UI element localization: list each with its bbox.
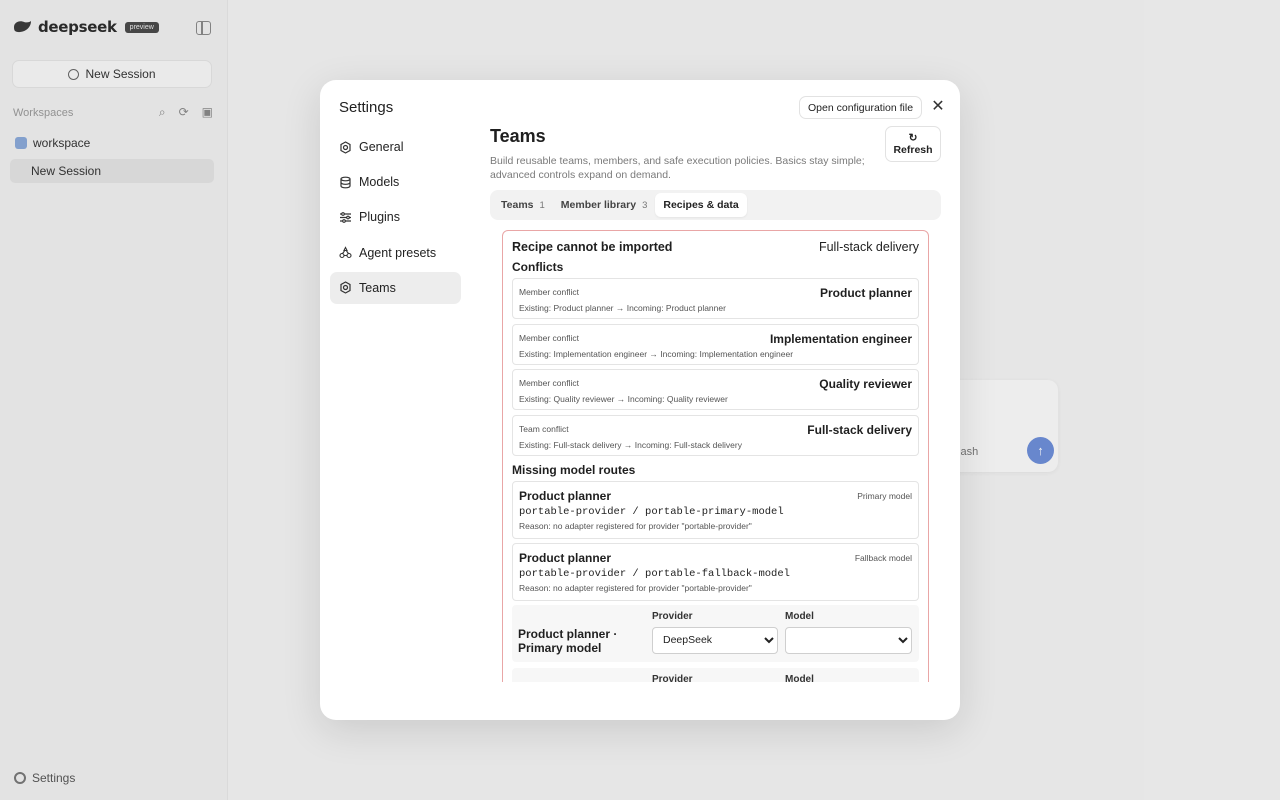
conflict-detail: Existing: Implementation engineer → Inco… bbox=[519, 348, 794, 359]
import-error-panel: Recipe cannot be imported Full-stack del… bbox=[502, 230, 929, 682]
refresh-button[interactable]: ↻ Refresh bbox=[885, 126, 941, 162]
missing-routes-heading: Missing model routes bbox=[512, 462, 636, 477]
model-select[interactable] bbox=[785, 626, 912, 654]
settings-modal: Settings Open configuration file ✕ Gener… bbox=[320, 80, 960, 720]
model-label: Model bbox=[785, 610, 814, 622]
database-icon bbox=[339, 176, 352, 189]
nav-item-plugins[interactable]: Plugins bbox=[330, 201, 461, 233]
tab-recipes-data[interactable]: Recipes & data bbox=[655, 193, 747, 217]
settings-nav: General Models Plugins Agent presets Tea… bbox=[330, 131, 461, 307]
tab-label: Member library bbox=[560, 199, 637, 211]
missing-route-role: Primary model bbox=[857, 490, 912, 501]
nav-item-general[interactable]: General bbox=[330, 131, 461, 163]
close-icon[interactable]: ✕ bbox=[930, 98, 946, 116]
conflict-card: Member conflict Existing: Product planne… bbox=[512, 278, 919, 319]
nav-label: Plugins bbox=[359, 210, 400, 225]
tab-count: 1 bbox=[539, 199, 545, 211]
tab-count: 3 bbox=[642, 199, 648, 211]
refresh-icon: ↻ bbox=[908, 132, 918, 144]
refresh-label: Refresh bbox=[893, 144, 933, 156]
conflicts-heading: Conflicts bbox=[512, 260, 564, 274]
gear-icon bbox=[339, 140, 352, 154]
agent-icon bbox=[339, 246, 352, 259]
nav-label: General bbox=[359, 140, 404, 154]
nav-label: Agent presets bbox=[359, 245, 437, 260]
conflict-detail: Existing: Product planner → Incoming: Pr… bbox=[519, 303, 726, 313]
tab-label: Recipes & data bbox=[663, 199, 739, 211]
missing-route-reason: Reason: no adapter registered for provid… bbox=[519, 520, 752, 531]
route-mapping-row: Provider Model bbox=[512, 667, 919, 682]
page-description: Build reusable teams, members, and safe … bbox=[490, 155, 865, 181]
conflict-card: Member conflict Existing: Quality review… bbox=[512, 369, 919, 411]
missing-route-card: Product planner portable-provider / port… bbox=[512, 542, 919, 601]
route-mapping-row: Product planner · Primary model Provider… bbox=[512, 604, 919, 662]
missing-route-role: Fallback model bbox=[854, 552, 912, 563]
tab-member-library[interactable]: Member library 3 bbox=[553, 193, 656, 217]
nav-item-models[interactable]: Models bbox=[330, 166, 461, 198]
conflict-detail: Existing: Full-stack delivery → Incoming… bbox=[519, 439, 742, 450]
missing-route-reason: Reason: no adapter registered for provid… bbox=[519, 582, 752, 593]
missing-member-name: Product planner bbox=[519, 488, 612, 503]
conflict-card: Team conflict Existing: Full-stack deliv… bbox=[512, 414, 919, 456]
conflict-name: Quality reviewer bbox=[819, 377, 912, 392]
model-label: Model bbox=[785, 673, 814, 682]
recipe-team-name: Full-stack delivery bbox=[818, 240, 919, 254]
nav-label: Teams bbox=[359, 280, 396, 295]
conflict-card: Member conflict Existing: Implementation… bbox=[512, 323, 919, 365]
error-title: Recipe cannot be imported bbox=[512, 240, 673, 254]
nav-item-teams[interactable]: Teams bbox=[330, 271, 461, 304]
provider-label: Provider bbox=[652, 610, 693, 622]
recipes-scroll-area[interactable]: Recipe cannot be imported Full-stack del… bbox=[490, 230, 941, 682]
tab-teams[interactable]: Teams 1 bbox=[493, 193, 553, 217]
teams-tabs: Teams 1 Member library 3 Recipes & data bbox=[490, 190, 941, 220]
modal-title: Settings bbox=[339, 99, 394, 116]
sliders-icon bbox=[339, 211, 352, 224]
conflict-name: Implementation engineer bbox=[769, 331, 912, 346]
missing-member-name: Product planner bbox=[519, 550, 612, 565]
open-config-button[interactable]: Open configuration file bbox=[799, 96, 923, 119]
teams-panel: Teams Build reusable teams, members, and… bbox=[490, 126, 941, 682]
tab-label: Teams bbox=[501, 199, 534, 211]
provider-select[interactable]: DeepSeek bbox=[652, 626, 778, 654]
page-title: Teams bbox=[490, 126, 546, 146]
conflict-name: Full-stack delivery bbox=[807, 422, 912, 437]
missing-route-card: Product planner portable-provider / port… bbox=[512, 480, 919, 539]
provider-label: Provider bbox=[652, 673, 693, 682]
nav-label: Models bbox=[359, 175, 400, 190]
missing-route-path: portable-provider / portable-primary-mod… bbox=[519, 505, 784, 518]
nav-item-agent-presets[interactable]: Agent presets bbox=[330, 237, 461, 269]
conflict-detail: Existing: Quality reviewer → Incoming: Q… bbox=[519, 394, 728, 405]
missing-route-path: portable-provider / portable-fallback-mo… bbox=[519, 567, 790, 580]
route-mapping-label: Product planner · Primary model bbox=[518, 626, 618, 655]
gear-icon bbox=[339, 281, 352, 294]
conflict-name: Product planner bbox=[819, 286, 912, 300]
